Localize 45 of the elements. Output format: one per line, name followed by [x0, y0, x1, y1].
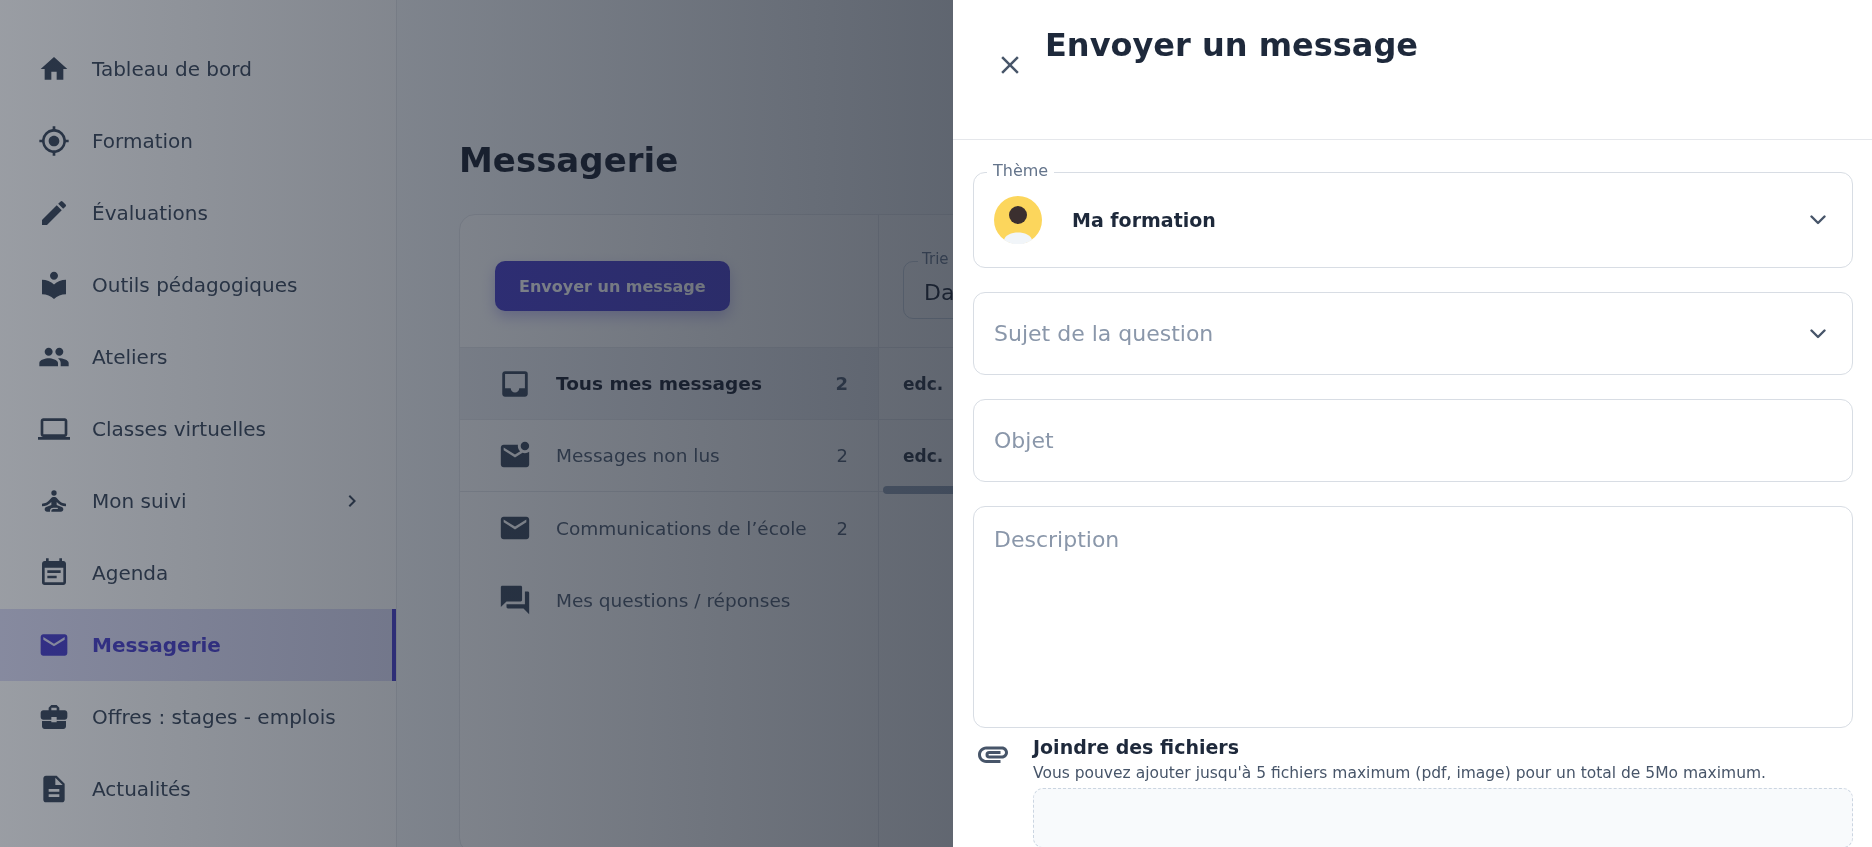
sidebar-item[interactable]: Évaluations	[0, 177, 396, 249]
folder-label: Communications de l’école	[556, 517, 808, 539]
sidebar-label: Mon suivi	[92, 489, 188, 513]
select-field[interactable]: Sujet de la question	[973, 292, 1853, 375]
text-area[interactable]: Description	[973, 506, 1853, 728]
sender-logo: edc.	[903, 373, 944, 394]
sidebar-label: Actualités	[92, 777, 192, 801]
sidebar-item[interactable]: Formation	[0, 105, 396, 177]
attach-hint: Vous pouvez ajouter jusqu'à 5 fichiers maximum (pdf, image) pour un total de 5Mo maximum.	[1033, 764, 1767, 782]
sidebar-label: Classes virtuelles	[92, 417, 267, 441]
compose-button[interactable]: Envoyer un message	[495, 261, 730, 311]
sidebar-item[interactable]: Tableau de bord	[0, 33, 396, 105]
folder-label: Tous mes messages	[556, 373, 763, 394]
target-icon	[38, 125, 70, 157]
sidebar-label: Outils pédagogiques	[92, 273, 299, 297]
message-count: 2	[836, 445, 848, 466]
sidebar-label: Formation	[92, 129, 194, 153]
sidebar-item[interactable]: Offres : stages - emplois	[0, 681, 396, 753]
field-value: Ma formation	[1072, 209, 1217, 231]
sidebar-label: Messagerie	[92, 633, 222, 657]
sidebar-label: Offres : stages - emplois	[92, 705, 337, 729]
page-title: Messagerie	[459, 140, 679, 180]
sidebar-item[interactable]: Classes virtuelles	[0, 393, 396, 465]
sidebar-label: Évaluations	[92, 201, 209, 225]
sidebar-item[interactable]: Outils pédagogiques	[0, 249, 396, 321]
drawer-title: Envoyer un message	[1045, 26, 1418, 64]
input-field[interactable]: Objet	[973, 399, 1853, 482]
sidebar-item[interactable]: Actualités	[0, 753, 396, 825]
folder-label: Mes questions / réponses	[556, 589, 792, 611]
sidebar-item[interactable]: Mon suivi	[0, 465, 396, 537]
folder-label: Messages non lus	[556, 445, 721, 466]
sidebar-label: Tableau de bord	[92, 57, 253, 81]
placeholder-text: Sujet de la question	[994, 321, 1215, 346]
sender-logo: edc.	[903, 445, 944, 466]
sidebar-item[interactable]: Ateliers	[0, 321, 396, 393]
avatar-icon	[994, 196, 1042, 244]
chevron-down-icon	[1810, 215, 1826, 225]
field-value: Da	[924, 280, 955, 305]
sidebar-item[interactable]: Agenda	[0, 537, 396, 609]
attach-title: Joindre des fichiers	[1033, 736, 1240, 758]
message-count: 2	[836, 517, 848, 539]
sidebar-label: Ateliers	[92, 345, 169, 369]
sidebar-label: Agenda	[92, 561, 170, 585]
sidebar-item[interactable]: Messagerie	[0, 609, 396, 681]
chevron-down-icon	[1810, 328, 1826, 339]
